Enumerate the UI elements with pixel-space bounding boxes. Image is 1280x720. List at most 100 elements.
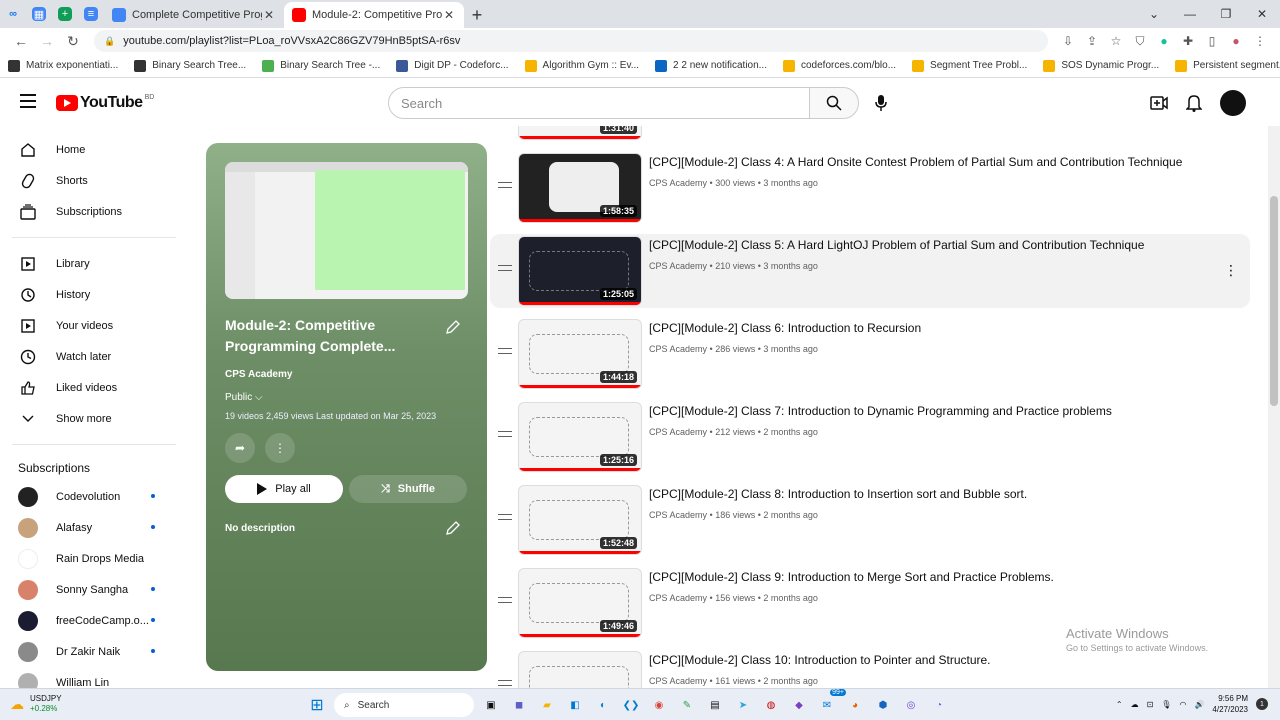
subscription-freecodecamp[interactable]: freeCodeCamp.o... [0, 605, 176, 636]
sidebar-item-liked-videos[interactable]: Liked videos [0, 372, 176, 403]
edge-icon[interactable]: ◐ [592, 694, 614, 716]
volume-icon[interactable]: 🔊 [1194, 700, 1204, 709]
scrollbar-thumb[interactable] [1270, 196, 1278, 406]
more-menu-icon[interactable]: ⋮ [1248, 34, 1272, 48]
cloud-icon[interactable]: ☁ [1131, 700, 1139, 709]
taskbar-clock[interactable]: 9:56 PM 4/27/2023 [1212, 693, 1248, 715]
account-avatar[interactable] [1220, 90, 1246, 116]
drag-handle-icon[interactable] [498, 348, 512, 354]
share-icon[interactable]: ⇪ [1080, 34, 1104, 48]
bookmark-item[interactable]: Matrix exponentiati... [8, 59, 118, 72]
github-icon[interactable]: ◎ [900, 694, 922, 716]
notifications-bell-icon[interactable] [1186, 94, 1202, 112]
sidebar-item-subscriptions[interactable]: Subscriptions [0, 196, 176, 227]
sidebar-item-home[interactable]: Home [0, 134, 176, 165]
notepad-icon[interactable]: ✎ [676, 694, 698, 716]
back-icon[interactable]: ← [8, 33, 34, 49]
new-tab-button[interactable]: + [464, 2, 490, 28]
drag-handle-icon[interactable] [498, 680, 512, 686]
bookmark-item[interactable]: Algorithm Gym :: Ev... [524, 59, 639, 72]
discord-icon[interactable]: ◔ [928, 694, 950, 716]
edit-description-icon[interactable] [445, 520, 461, 536]
sidebar-item-watch-later[interactable]: Watch later [0, 341, 176, 372]
video-title[interactable]: [CPC][Module-2] Class 7: Introduction to… [649, 404, 1112, 418]
close-window-icon[interactable]: ✕ [1244, 0, 1280, 28]
subscription-codevolution[interactable]: Codevolution [0, 481, 176, 512]
subscription-alafasy[interactable]: Alafasy [0, 512, 176, 543]
playlist-thumbnail[interactable] [225, 162, 468, 299]
bookmark-item[interactable]: codeforces.com/blo... [783, 59, 896, 72]
notification-center-icon[interactable]: 1 [1256, 698, 1268, 710]
calendar-tab-icon[interactable]: ▦ [32, 7, 46, 21]
sidebar-item-library[interactable]: Library [0, 248, 176, 279]
install-icon[interactable]: ⇩ [1056, 34, 1080, 48]
shield-extension-icon[interactable]: ⛉ [1128, 34, 1152, 49]
minimize-icon[interactable]: — [1172, 0, 1208, 28]
video-channel[interactable]: CPS Academy [649, 178, 707, 188]
share-button[interactable]: ➦ [225, 433, 255, 463]
youtube-logo[interactable]: YouTube BD [56, 94, 154, 112]
url-input[interactable]: 🔒 youtube.com/playlist?list=PLoa_roVVsxA… [94, 30, 1048, 52]
video-row[interactable]: 1:44:18 [CPC][Module-2] Class 6: Introdu… [490, 317, 1250, 391]
video-row[interactable]: 1:25:16 [CPC][Module-2] Class 7: Introdu… [490, 400, 1250, 474]
network-icon[interactable]: ⊡ [1147, 700, 1154, 709]
chat-icon[interactable]: ◼ [508, 694, 530, 716]
side-panel-icon[interactable]: ▯ [1200, 34, 1224, 48]
forward-icon[interactable]: → [34, 33, 60, 49]
record-icon[interactable]: ◍ [760, 694, 782, 716]
sheets-tab-icon[interactable]: + [58, 7, 72, 21]
video-channel[interactable]: CPS Academy [649, 427, 707, 437]
maps-icon[interactable]: ⬢ [872, 694, 894, 716]
bookmark-item[interactable]: Binary Search Tree -... [262, 59, 380, 72]
file-explorer-icon[interactable]: ▰ [536, 694, 558, 716]
telegram-icon[interactable]: ➤ [732, 694, 754, 716]
video-row[interactable]: 1:58:35 [CPC][Module-2] Class 4: A Hard … [490, 151, 1250, 225]
visibility-dropdown[interactable]: Public ⌵ [225, 392, 468, 403]
docs-tab-icon[interactable]: ≡ [84, 7, 98, 21]
grammarly-icon[interactable]: ● [1152, 34, 1176, 48]
taskbar-search[interactable]: ⌕ Search [334, 693, 474, 717]
video-channel[interactable]: CPS Academy [649, 676, 707, 686]
firefox-icon[interactable]: ◕ [844, 694, 866, 716]
video-title[interactable]: [CPC][Module-2] Class 10: Introduction t… [649, 653, 991, 667]
tab-module-2[interactable]: Module-2: Competitive Program ✕ [284, 2, 464, 28]
search-input[interactable]: Search [388, 87, 810, 119]
ticker-widget[interactable]: ☁ USDJPY +0.28% [10, 694, 62, 714]
playlist-channel-name[interactable]: CPS Academy [225, 369, 468, 380]
drag-handle-icon[interactable] [498, 597, 512, 603]
task-view-icon[interactable]: ▣ [480, 694, 502, 716]
close-icon[interactable]: ✕ [262, 8, 276, 22]
video-row[interactable]: [CPC][Module-2] Class 10: Introduction t… [490, 649, 1250, 688]
video-row[interactable]: 1:25:05 [CPC][Module-2] Class 5: A Hard … [490, 234, 1250, 308]
app-icon[interactable]: ▤ [704, 694, 726, 716]
sidebar-item-shorts[interactable]: Shorts [0, 165, 176, 196]
chrome-icon[interactable]: ◉ [648, 694, 670, 716]
microphone-icon[interactable]: 🎙 [1161, 700, 1171, 709]
drag-handle-icon[interactable] [498, 182, 512, 188]
extensions-puzzle-icon[interactable]: ✚ [1176, 34, 1200, 48]
bookmark-star-icon[interactable]: ☆ [1104, 34, 1128, 48]
tab-complete-cp[interactable]: Complete Competitive Programm ✕ [104, 2, 284, 28]
video-title[interactable]: [CPC][Module-2] Class 8: Introduction to… [649, 487, 1027, 501]
subscription-rain-drops-media[interactable]: Rain Drops Media [0, 543, 176, 574]
bookmark-item[interactable]: Binary Search Tree... [134, 59, 246, 72]
profile-avatar-icon[interactable]: ● [1224, 34, 1248, 48]
shuffle-button[interactable]: ⤨ Shuffle [349, 475, 467, 503]
video-row[interactable]: 1:31:40 [490, 126, 1250, 142]
video-channel[interactable]: CPS Academy [649, 261, 707, 271]
maximize-icon[interactable]: ❐ [1208, 0, 1244, 28]
hamburger-menu-icon[interactable] [20, 94, 36, 108]
store-icon[interactable]: ◧ [564, 694, 586, 716]
sidebar-item-history[interactable]: History [0, 279, 176, 310]
video-thumbnail[interactable]: 1:58:35 [518, 153, 642, 223]
meta-tab-icon[interactable]: ∞ [2, 3, 24, 25]
more-vertical-icon[interactable]: ⋮ [1224, 262, 1238, 279]
video-thumbnail[interactable]: 1:31:40 [518, 126, 642, 140]
reload-icon[interactable]: ↻ [60, 33, 86, 50]
video-thumbnail[interactable]: 1:49:46 [518, 568, 642, 638]
video-thumbnail[interactable]: 1:52:48 [518, 485, 642, 555]
drag-handle-icon[interactable] [498, 514, 512, 520]
video-channel[interactable]: CPS Academy [649, 510, 707, 520]
create-video-icon[interactable] [1150, 96, 1168, 110]
tab-search-icon[interactable]: ⌄ [1136, 0, 1172, 28]
